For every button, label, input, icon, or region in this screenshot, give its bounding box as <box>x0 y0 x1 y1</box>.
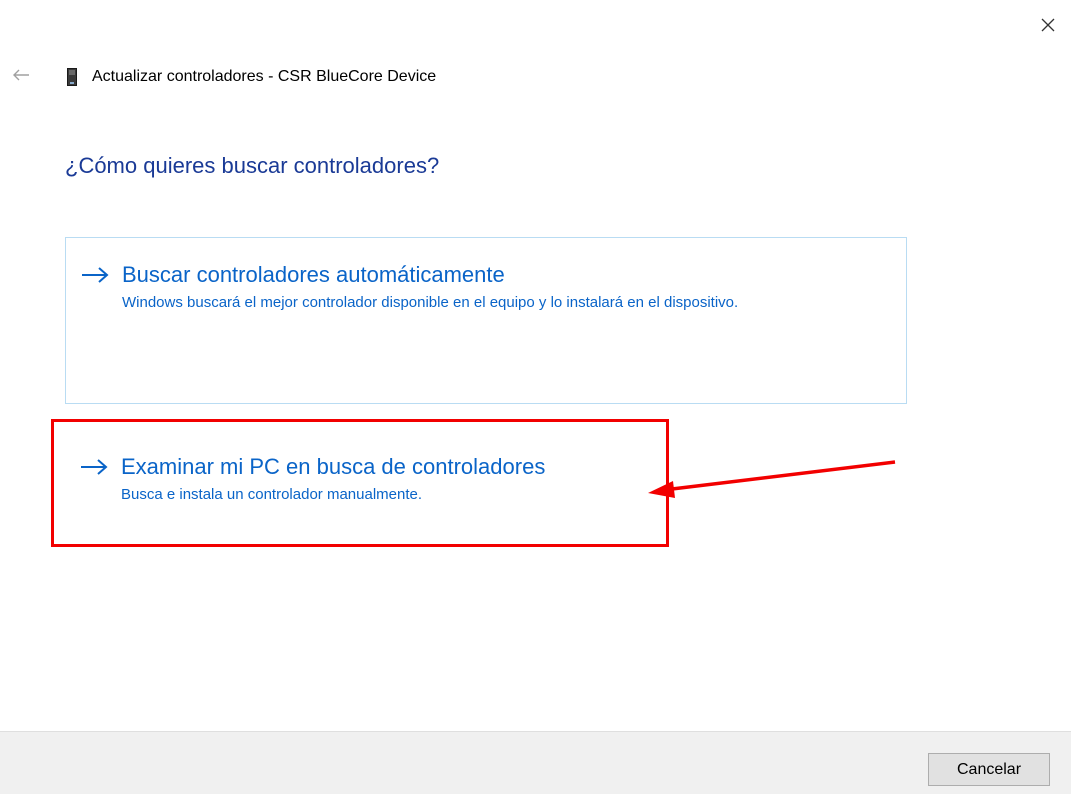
dialog-title: Actualizar controladores - CSR BlueCore … <box>92 68 437 85</box>
close-icon <box>1040 17 1056 38</box>
option-title: Buscar controladores automáticamente <box>122 262 505 287</box>
back-button[interactable] <box>10 66 32 88</box>
page-heading: ¿Cómo quieres buscar controladores? <box>65 153 440 178</box>
update-drivers-dialog: Actualizar controladores - CSR BlueCore … <box>0 0 1071 794</box>
option-search-automatically[interactable]: Buscar controladores automáticamente Win… <box>65 237 907 404</box>
arrow-right-icon <box>80 260 110 290</box>
annotation-highlight-box <box>51 419 669 547</box>
back-arrow-icon <box>12 68 30 87</box>
close-button[interactable] <box>1035 14 1061 40</box>
device-icon <box>66 68 78 86</box>
dialog-footer: Cancelar <box>0 731 1071 794</box>
cancel-button[interactable]: Cancelar <box>928 753 1050 786</box>
option-description: Windows buscará el mejor controlador dis… <box>122 294 739 311</box>
dialog-header: Actualizar controladores - CSR BlueCore … <box>10 64 436 90</box>
